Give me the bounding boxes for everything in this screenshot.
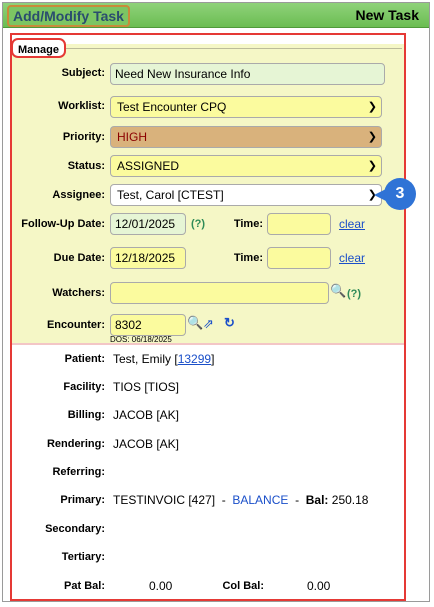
facility-label: Facility: [63, 381, 105, 393]
primary-sep-1: - [221, 493, 226, 507]
rendering-label: Rendering: [46, 438, 105, 450]
tertiary-label: Tertiary: [61, 551, 105, 563]
watchers-label: Watchers: [52, 287, 105, 299]
magnifier-icon[interactable]: 🔍 [187, 315, 203, 331]
due-date-input[interactable]: 12/18/2025 [110, 247, 186, 269]
primary-bal-label: Bal: [305, 493, 329, 507]
magnifier-icon[interactable]: 🔍 [330, 283, 346, 299]
due-date-label: Due Date: [53, 252, 105, 264]
status-select[interactable]: ASSIGNED ❯ [110, 155, 382, 177]
followup-clear-link[interactable]: clear [339, 217, 365, 231]
manage-legend: Manage [11, 38, 66, 58]
secondary-label: Secondary: [45, 523, 105, 535]
primary-label: Primary: [60, 494, 105, 506]
chevron-down-icon: ❯ [367, 160, 377, 172]
callout-badge: 3 [384, 178, 416, 210]
assignee-value: Test, Carol [CTEST] [117, 188, 224, 202]
rendering-value: JACOB [AK] [113, 437, 180, 451]
watchers-input[interactable] [110, 282, 329, 304]
subject-input[interactable]: Need New Insurance Info [110, 63, 385, 85]
window-title: Add/Modify Task [7, 5, 130, 27]
watchers-help-icon[interactable]: (?) [347, 288, 361, 300]
patient-label: Patient: [64, 353, 105, 365]
chevron-down-icon: ❯ [367, 101, 377, 113]
assignee-select[interactable]: Test, Carol [CTEST] ❯ [110, 184, 382, 206]
worklist-label: Worklist: [58, 100, 105, 112]
followup-time-label: Time: [233, 218, 263, 230]
priority-label: Priority: [62, 131, 105, 143]
due-clear-link[interactable]: clear [339, 251, 365, 265]
subject-label: Subject: [61, 67, 105, 79]
followup-help-icon[interactable]: (?) [191, 218, 205, 230]
patient-value: Test, Emily [13299] [113, 352, 214, 366]
patient-bracket-close: ] [211, 352, 215, 366]
followup-date-label: Follow-Up Date: [21, 218, 105, 230]
col-bal-value: 0.00 [307, 579, 331, 593]
priority-select[interactable]: HIGH ❯ [110, 126, 382, 148]
patient-id-link[interactable]: 13299 [178, 352, 211, 366]
pat-bal-value: 0.00 [149, 579, 173, 593]
priority-value: HIGH [117, 130, 147, 144]
worklist-select[interactable]: Test Encounter CPQ ❯ [110, 96, 382, 118]
encounter-input[interactable]: 8302 [110, 314, 186, 336]
external-link-icon[interactable]: ⇗ [203, 316, 214, 332]
primary-sep-2: - [295, 493, 300, 507]
facility-value: TIOS [TIOS] [113, 380, 180, 394]
primary-bal-value: 250.18 [331, 493, 369, 507]
referring-label: Referring: [52, 466, 105, 478]
billing-label: Billing: [67, 409, 105, 421]
primary-value: TESTINVOIC [427] - BALANCE - Bal: 250.18 [113, 493, 368, 507]
billing-value: JACOB [AK] [113, 408, 180, 422]
due-time-input[interactable] [267, 247, 331, 269]
status-label: Status: [67, 160, 105, 172]
followup-date-input[interactable]: 12/01/2025 [110, 213, 186, 235]
worklist-value: Test Encounter CPQ [117, 100, 227, 114]
refresh-icon[interactable]: ↻ [224, 315, 235, 331]
primary-insurance: TESTINVOIC [427] [113, 493, 216, 507]
title-bar: Add/Modify Task New Task [3, 3, 429, 28]
chevron-down-icon: ❯ [367, 131, 377, 143]
pat-bal-label: Pat Bal: [64, 580, 105, 592]
status-value: ASSIGNED [117, 159, 180, 173]
due-time-label: Time: [233, 252, 263, 264]
primary-balance-link[interactable]: BALANCE [232, 493, 288, 507]
new-task-label: New Task [355, 7, 419, 23]
col-bal-label: Col Bal: [222, 580, 264, 592]
section-divider [12, 343, 404, 345]
patient-name: Test, Emily [113, 352, 172, 366]
followup-time-input[interactable] [267, 213, 331, 235]
encounter-label: Encounter: [46, 319, 105, 331]
assignee-label: Assignee: [52, 189, 105, 201]
